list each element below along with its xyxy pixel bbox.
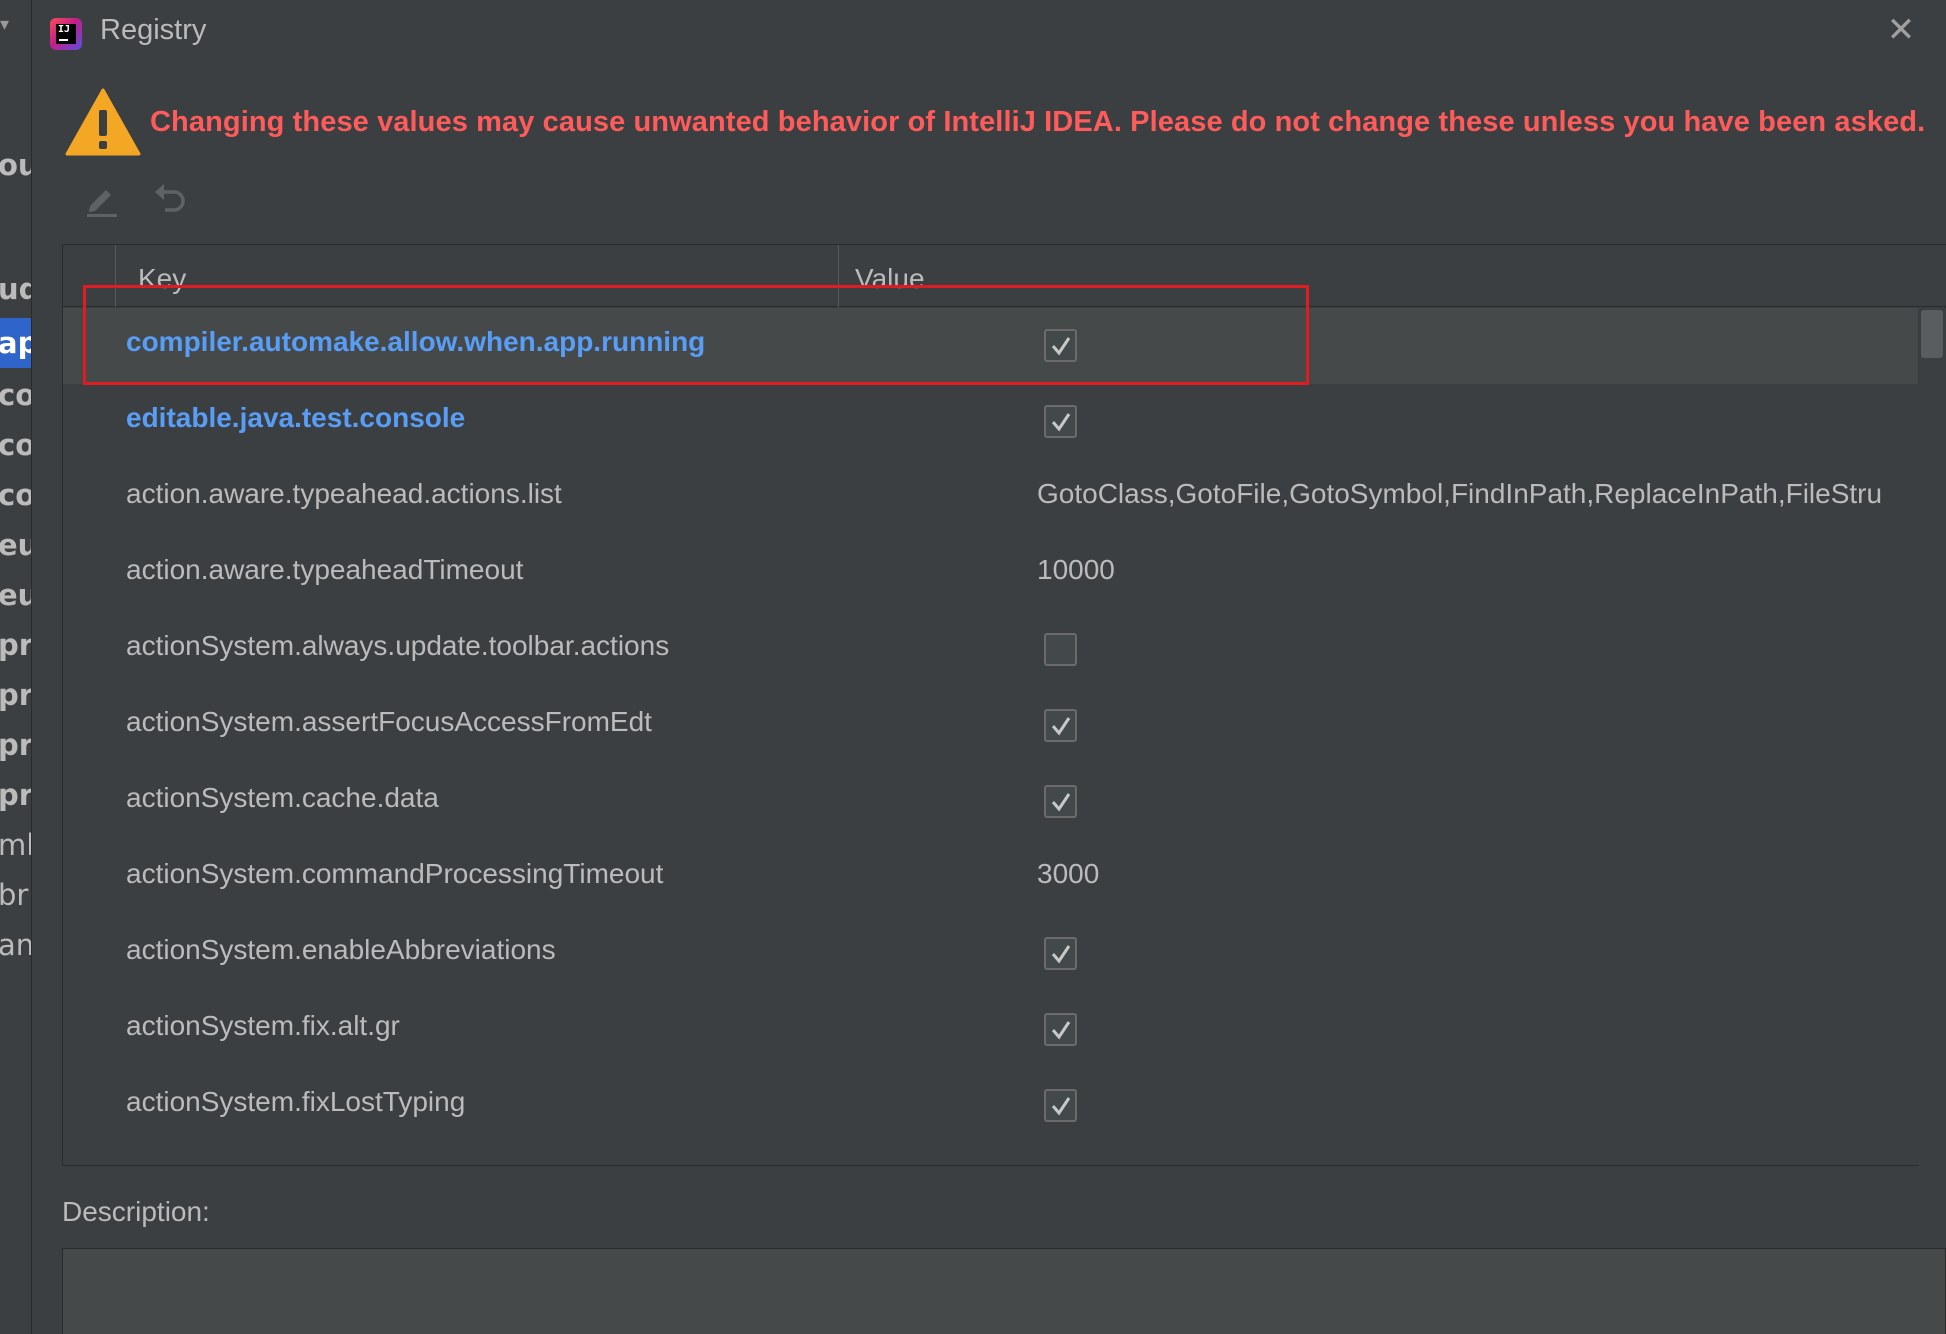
description-area xyxy=(62,1248,1946,1334)
registry-key: actionSystem.always.update.toolbar.actio… xyxy=(126,630,670,661)
table-body: compiler.automake.allow.when.app.running… xyxy=(63,308,1918,1166)
background-fragment: br xyxy=(0,878,29,912)
value-checkbox[interactable] xyxy=(1044,937,1077,970)
background-fragment: ap xyxy=(0,318,31,368)
registry-value[interactable]: GotoClass,GotoFile,GotoSymbol,FindInPath… xyxy=(1037,478,1917,510)
revert-icon[interactable] xyxy=(150,178,190,218)
registry-key: actionSystem.fix.alt.gr xyxy=(126,1010,400,1041)
background-fragment: pr xyxy=(0,678,31,712)
value-checkbox[interactable] xyxy=(1044,633,1077,666)
close-button[interactable]: ✕ xyxy=(1881,12,1921,52)
registry-key: editable.java.test.console xyxy=(126,402,466,433)
chevron-down-icon: ▾ xyxy=(0,14,10,35)
scrollbar-track[interactable] xyxy=(1919,308,1946,1166)
table-row[interactable]: actionSystem.assertFocusAccessFromEdt xyxy=(63,688,1918,764)
table-row[interactable]: actionSystem.cache.data xyxy=(63,764,1918,840)
background-fragment: ml xyxy=(0,828,31,862)
background-fragment: pr xyxy=(0,728,31,762)
pencil-icon[interactable] xyxy=(82,178,122,218)
value-checkbox[interactable] xyxy=(1044,1089,1077,1122)
value-checkbox[interactable] xyxy=(1044,329,1077,362)
background-fragment: pr xyxy=(0,778,31,812)
table-row[interactable]: actionSystem.commandProcessingTimeout 300… xyxy=(63,840,1918,916)
registry-key: action.aware.typeaheadTimeout xyxy=(126,554,524,585)
dialog-titlebar: IJ Registry ✕ xyxy=(32,0,1946,66)
background-ide-panel: ▾ ou ud ap co co co eu eu pr pr pr pr ml… xyxy=(0,0,31,1334)
column-header-key[interactable]: Key xyxy=(138,263,186,295)
checkmark-icon xyxy=(1051,1097,1071,1116)
warning-message: Changing these values may cause unwanted… xyxy=(150,106,1926,138)
table-row[interactable]: actionSystem.always.update.toolbar.actio… xyxy=(63,612,1918,688)
table-row[interactable]: actionSystem.fix.alt.gr xyxy=(63,992,1918,1068)
column-separator xyxy=(115,245,116,307)
table-row[interactable]: actionSystem.enableAbbreviations xyxy=(63,916,1918,992)
table-row[interactable]: compiler.automake.allow.when.app.running xyxy=(63,308,1918,384)
background-fragment: an xyxy=(0,928,31,962)
background-fragment: co xyxy=(0,478,31,512)
intellij-logo-icon: IJ xyxy=(50,18,82,50)
value-checkbox[interactable] xyxy=(1044,709,1077,742)
table-header: Key Value xyxy=(63,245,1946,307)
registry-value[interactable]: 3000 xyxy=(1037,858,1917,890)
registry-key: compiler.automake.allow.when.app.running xyxy=(126,326,706,357)
checkmark-icon xyxy=(1051,945,1071,964)
registry-key: actionSystem.commandProcessingTimeout xyxy=(126,858,664,889)
registry-key: actionSystem.cache.data xyxy=(126,782,439,813)
background-fragment: ou xyxy=(0,148,31,182)
registry-table: Key Value compiler.automake.allow.when.a… xyxy=(62,244,1946,1166)
value-checkbox[interactable] xyxy=(1044,405,1077,438)
description-label: Description: xyxy=(62,1196,210,1227)
warning-icon xyxy=(65,88,141,156)
checkmark-icon xyxy=(1051,717,1071,736)
registry-key: action.aware.typeahead.actions.list xyxy=(126,478,562,509)
table-row[interactable]: editable.java.test.console xyxy=(63,384,1918,460)
checkmark-icon xyxy=(1051,793,1071,812)
value-checkbox[interactable] xyxy=(1044,1013,1077,1046)
column-separator[interactable] xyxy=(838,245,839,307)
registry-key: actionSystem.assertFocusAccessFromEdt xyxy=(126,706,652,737)
column-header-value[interactable]: Value xyxy=(855,263,925,295)
registry-key: actionSystem.fixLostTyping xyxy=(126,1086,466,1117)
checkmark-icon xyxy=(1051,413,1071,432)
scrollbar-thumb[interactable] xyxy=(1921,310,1943,358)
dialog-title: Registry xyxy=(100,14,207,46)
background-fragment: pr xyxy=(0,628,31,662)
value-checkbox[interactable] xyxy=(1044,785,1077,818)
background-fragment: co xyxy=(0,428,31,462)
checkmark-icon xyxy=(1051,1021,1071,1040)
registry-key: actionSystem.enableAbbreviations xyxy=(126,934,556,965)
background-fragment: ud xyxy=(0,272,31,306)
background-fragment: co xyxy=(0,378,31,412)
table-row[interactable]: action.aware.typeaheadTimeout 10000 xyxy=(63,536,1918,612)
background-fragment: eu xyxy=(0,578,31,612)
registry-value[interactable]: 10000 xyxy=(1037,554,1917,586)
table-row[interactable]: actionSystem.fixLostTyping xyxy=(63,1068,1918,1144)
screen: ▾ ou ud ap co co co eu eu pr pr pr pr ml… xyxy=(0,0,1946,1334)
checkmark-icon xyxy=(1051,337,1071,356)
table-row[interactable]: action.aware.typeahead.actions.list GotoC… xyxy=(63,460,1918,536)
background-fragment: eu xyxy=(0,528,31,562)
registry-dialog: IJ Registry ✕ Changing these values may … xyxy=(31,0,1946,1334)
